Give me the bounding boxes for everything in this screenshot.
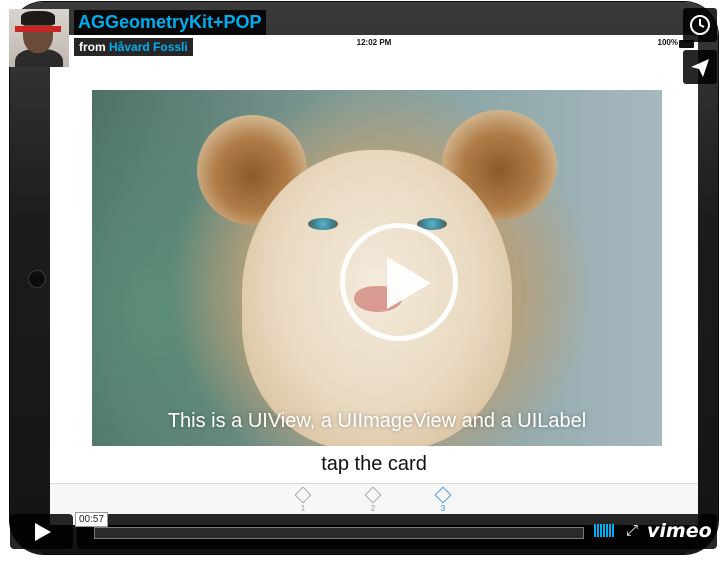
cube-icon [294, 486, 312, 504]
lion-card[interactable]: This is a UIView, a UIImageView and a UI… [92, 90, 662, 446]
play-icon [387, 257, 431, 309]
battery-percent: 100% [657, 38, 678, 47]
video-title[interactable]: AGGeometryKit+POP [74, 10, 266, 35]
share-button[interactable] [683, 50, 717, 84]
play-icon [35, 523, 51, 541]
volume-bars-icon[interactable] [594, 524, 615, 542]
cube-icon [434, 486, 452, 504]
home-button [28, 270, 46, 288]
vimeo-logo[interactable]: vimeo [647, 520, 712, 542]
tab-1[interactable]: 1 [288, 486, 318, 513]
video-title-text[interactable]: AGGeometryKit+POP [78, 12, 262, 32]
tab-label: 1 [300, 504, 306, 513]
instruction-label: tap the card [321, 453, 427, 475]
from-label: from [79, 40, 106, 54]
tab-label: 3 [440, 504, 446, 513]
tab-3[interactable]: 3 [428, 486, 458, 513]
byline: from Håvard Fossli [74, 38, 193, 56]
control-bar: ⤢ vimeo [77, 514, 717, 549]
card-caption: This is a UIView, a UIImageView and a UI… [167, 410, 587, 432]
watch-later-button[interactable] [683, 8, 717, 42]
clock-icon [690, 15, 710, 35]
ipad-frame: 12:02 PM 100% This is a UIView, a UIImag… [10, 2, 718, 554]
play-button[interactable] [10, 514, 73, 549]
big-play-button[interactable] [340, 223, 458, 341]
author-avatar[interactable] [9, 9, 69, 67]
progress-bar[interactable] [94, 527, 584, 539]
author-link[interactable]: Håvard Fossli [109, 40, 188, 54]
avatar-hair [21, 11, 55, 25]
paper-plane-icon [691, 59, 709, 77]
tab-2[interactable]: 2 [358, 486, 388, 513]
cube-icon [364, 486, 382, 504]
lion-eye-left [308, 218, 338, 230]
tab-label: 2 [370, 504, 376, 513]
fullscreen-icon[interactable]: ⤢ [626, 522, 638, 539]
timecode: 00:57 [75, 512, 109, 527]
avatar-glasses [15, 26, 61, 32]
ipad-screen: 12:02 PM 100% This is a UIView, a UIImag… [50, 35, 698, 525]
